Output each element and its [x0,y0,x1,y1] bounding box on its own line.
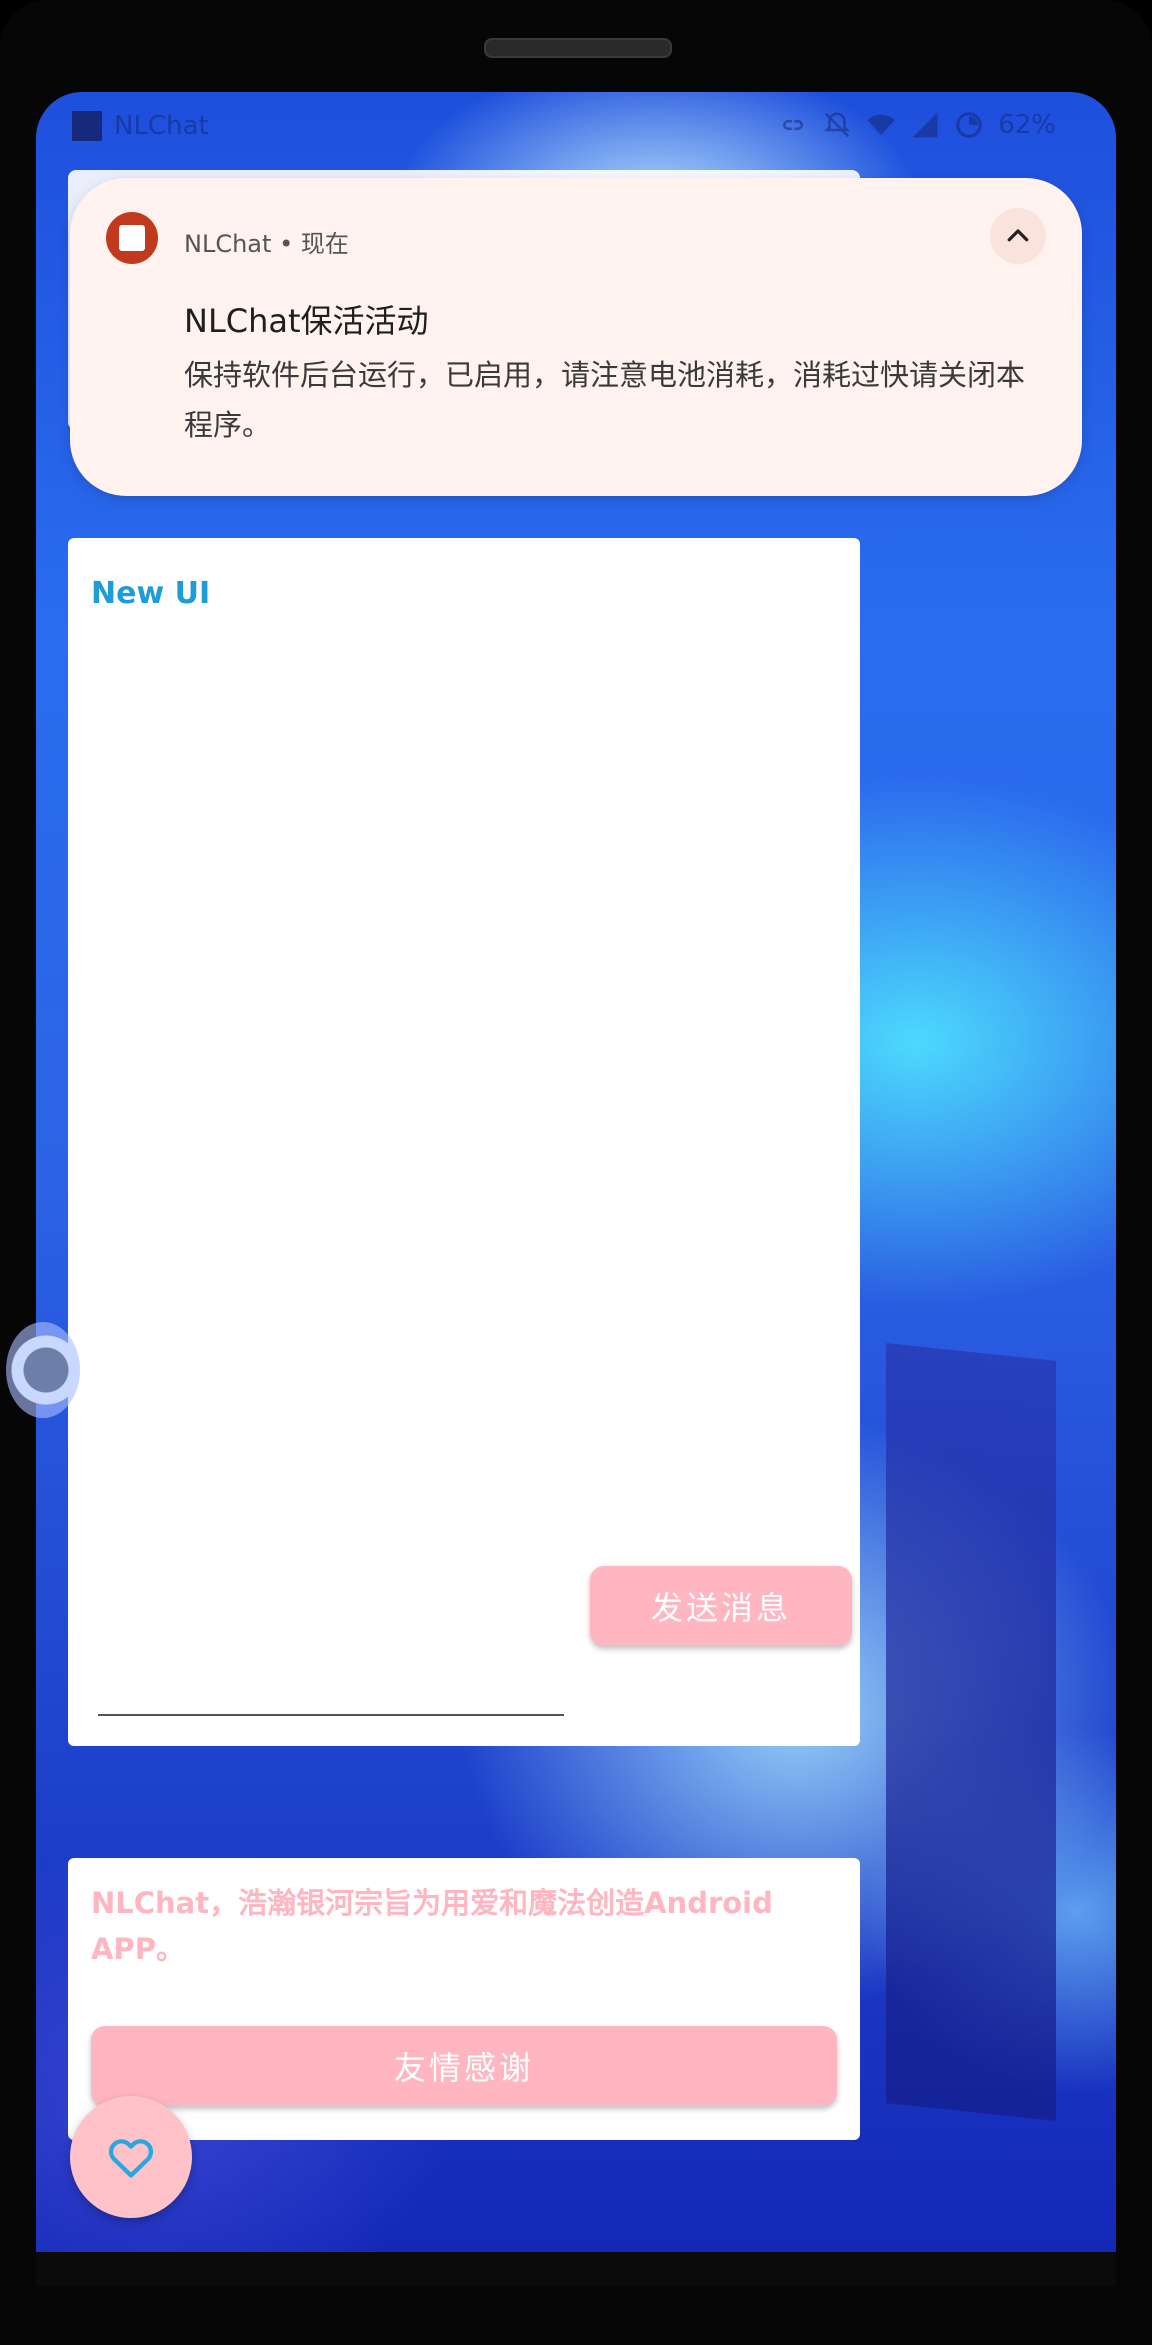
collapse-button[interactable] [990,208,1046,264]
link-icon [783,120,804,130]
message-input[interactable] [98,1672,564,1716]
battery-percent: 62% [998,110,1056,140]
navigation-strip [36,2252,1116,2286]
app-status-icon [72,111,102,141]
earpiece-speaker [484,38,672,58]
chevron-up-icon [1007,229,1029,242]
app-icon [106,212,158,264]
battery-icon [956,112,983,138]
mute-icon [824,112,851,138]
notification-app-name: NLChat [184,230,272,258]
notification-time: 现在 [300,230,349,258]
status-bar: NLChat 62% [36,92,1116,160]
status-app-name: NLChat [114,111,209,141]
chat-card: New UI 发送消息 [68,538,860,1746]
signal-icon [912,112,938,138]
favorite-fab[interactable] [70,2096,192,2218]
about-card: NLChat，浩瀚银河宗旨为用爱和魔法创造Android APP。 友情感谢 [68,1858,860,2140]
heart-icon [108,2139,154,2178]
notification-title: NLChat保活活动 [184,302,429,340]
about-text: NLChat，浩瀚银河宗旨为用爱和魔法创造Android APP。 [91,1886,773,1966]
thanks-button[interactable]: 友情感谢 [91,2026,837,2106]
floating-avatar[interactable] [6,1322,80,1418]
card-title: New UI [91,576,211,611]
status-icons: 62% [778,110,1056,140]
keepalive-notification[interactable]: NLChat • 现在 NLChat保活活动 保持软件后台运行，已启用，请注意电… [70,178,1082,496]
send-message-button[interactable]: 发送消息 [590,1566,852,1646]
wallpaper-tower [886,1343,1056,2121]
notification-body: 保持软件后台运行，已启用，请注意电池消耗，消耗过快请关闭本程序。 [184,358,1026,442]
notification-header: NLChat • 现在 [184,224,349,259]
wifi-icon [867,114,895,135]
notification-separator: • [279,230,294,258]
